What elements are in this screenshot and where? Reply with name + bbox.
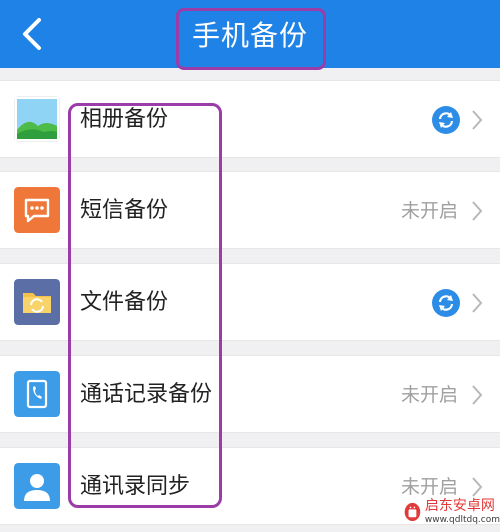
chevron-right-icon [472,293,483,313]
android-logo-icon [404,502,421,522]
row-label: 短信备份 [80,198,169,223]
photo-icon [14,96,60,142]
chevron-right-icon [472,385,483,405]
sync-icon[interactable] [432,289,460,317]
title-highlight-box [176,8,326,70]
message-icon [14,187,60,233]
row-label: 相册备份 [80,107,169,132]
row-label: 文件备份 [80,290,169,315]
watermark: 启东安卓网 www.qdltdq.com [404,492,500,532]
chevron-right-icon [472,110,483,130]
phone-book-icon [14,371,60,417]
contact-icon [14,463,60,509]
row-album-backup[interactable]: 相册备份 [0,80,500,158]
row-sms-backup[interactable]: 短信备份 未开启 [0,171,500,249]
watermark-url: www.qdltdq.com [424,515,500,525]
watermark-name: 启东安卓网 [424,498,495,514]
row-label: 通讯录同步 [80,474,191,499]
row-label: 通话记录备份 [80,382,213,407]
row-file-backup[interactable]: 文件备份 [0,263,500,341]
status-text: 未开启 [400,384,458,406]
top-bar: 手机备份 [0,0,500,70]
folder-icon [14,279,60,325]
row-call-log-backup[interactable]: 通话记录备份 未开启 [0,355,500,433]
chevron-right-icon [472,201,483,221]
status-text: 未开启 [400,200,458,222]
sync-icon[interactable] [432,106,460,134]
